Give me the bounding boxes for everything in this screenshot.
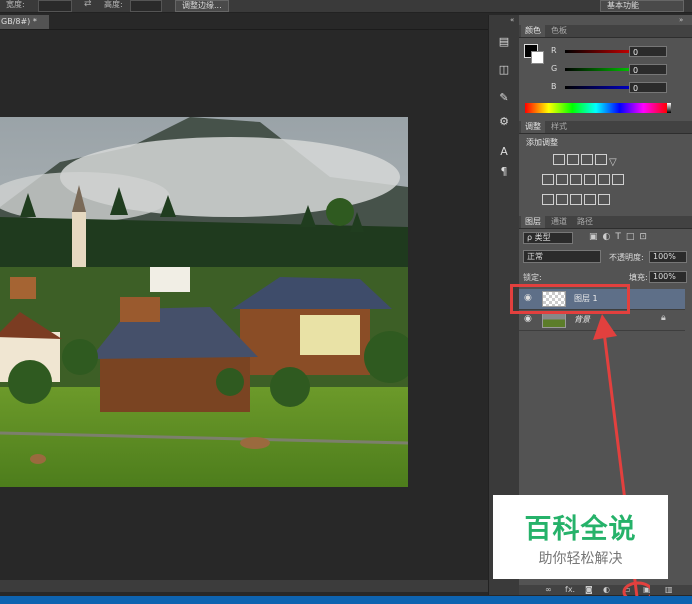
adjustment-icons-row-1: ▽ [541, 154, 671, 169]
layers-panel-tabs: 图层 通道 路径 [519, 216, 692, 229]
opacity-input[interactable]: 100% [649, 251, 687, 263]
layer-filter-select[interactable]: ρ 类型 [523, 232, 573, 244]
green-value[interactable]: 0 [629, 64, 667, 75]
hue-saturation-icon[interactable] [542, 174, 554, 185]
watermark-badge: 百科全说 助你轻松解决 [493, 495, 668, 579]
fill-input[interactable]: 100% [649, 271, 687, 283]
blue-value[interactable]: 0 [629, 82, 667, 93]
add-adjustment-heading: 添加调整 [526, 138, 558, 147]
layer-thumbnail [542, 312, 566, 328]
trash-icon[interactable]: ▥ [665, 585, 673, 595]
lock-label: 锁定: [523, 273, 542, 282]
exposure-icon[interactable] [595, 154, 607, 165]
fx-icon[interactable]: fx. [565, 585, 575, 595]
height-label: 高度: [104, 0, 123, 9]
width-label: 宽度: [6, 0, 25, 9]
lock-icon: 🔒︎ [661, 313, 666, 323]
paragraph-icon[interactable]: ¶ [497, 165, 511, 179]
collapse-icon[interactable]: « [510, 16, 514, 24]
layer-name[interactable]: 背景 [574, 314, 590, 325]
refine-edge-button[interactable]: 调整边缘... [175, 0, 229, 12]
properties-icon[interactable]: ◫ [497, 63, 511, 77]
photo-filter-icon[interactable] [584, 174, 596, 185]
adjustment-icons-row-2 [541, 174, 671, 188]
village-photo-icon [0, 117, 408, 487]
document-tab-title: GB/8#) * [1, 17, 37, 26]
width-field[interactable] [38, 0, 72, 12]
fill-label: 填充: [629, 273, 648, 282]
taskbar-strip [0, 596, 692, 604]
options-bar: 宽度: ⇄ 高度: 调整边缘... 基本功能 [0, 0, 692, 13]
color-lookup-icon[interactable] [612, 174, 624, 185]
red-value[interactable]: 0 [629, 46, 667, 57]
brightness-icon[interactable] [553, 154, 565, 165]
expand-icon[interactable]: » [679, 16, 683, 24]
tab-styles[interactable]: 样式 [547, 121, 571, 133]
gradient-map-icon[interactable] [584, 194, 596, 205]
tab-channels[interactable]: 通道 [547, 216, 571, 228]
black-white-icon[interactable] [570, 174, 582, 185]
blend-mode-select[interactable]: 正常 [523, 250, 601, 263]
threshold-icon[interactable] [570, 194, 582, 205]
horizontal-scrollbar[interactable] [0, 580, 488, 592]
height-field[interactable] [130, 0, 162, 12]
tool-preset-icon[interactable]: ⚙ [497, 115, 511, 129]
vibrance-icon[interactable]: ▽ [609, 158, 621, 169]
visibility-eye-icon[interactable]: ◉ [524, 315, 534, 324]
watermark-subtitle: 助你轻松解决 [538, 551, 623, 567]
curves-icon[interactable] [581, 154, 593, 165]
color-panel-tabs: 颜色 色板 [519, 25, 692, 38]
workspace-select[interactable]: 基本功能 [600, 0, 684, 12]
opacity-label: 不透明度: [609, 253, 644, 262]
grayscale-ramp[interactable] [667, 103, 671, 113]
invert-icon[interactable] [542, 194, 554, 205]
selective-color-icon[interactable] [598, 194, 610, 205]
tab-paths[interactable]: 路径 [573, 216, 597, 228]
color-spectrum[interactable] [525, 103, 667, 113]
color-balance-icon[interactable] [556, 174, 568, 185]
tab-layers[interactable]: 图层 [521, 216, 545, 228]
watermark-title: 百科全说 [524, 514, 637, 545]
posterize-icon[interactable] [556, 194, 568, 205]
blue-slider[interactable]: B 0 [525, 82, 685, 94]
tab-color[interactable]: 颜色 [521, 25, 545, 37]
tab-adjustments[interactable]: 调整 [521, 121, 545, 133]
character-icon[interactable]: A [497, 145, 511, 159]
brush-icon[interactable]: ✎ [497, 91, 511, 105]
link-icon[interactable]: ∞ [545, 585, 552, 595]
canvas-image[interactable] [0, 117, 408, 487]
red-slider[interactable]: R 0 [525, 46, 685, 58]
history-icon[interactable]: ▤ [497, 35, 511, 49]
levels-icon[interactable] [567, 154, 579, 165]
green-slider[interactable]: G 0 [525, 64, 685, 76]
tab-swatches[interactable]: 色板 [547, 25, 571, 37]
layer-filter-icons[interactable]: ▣◐T□⊡ [589, 232, 679, 244]
channel-mixer-icon[interactable] [598, 174, 610, 185]
adjust-panel-tabs: 调整 样式 [519, 121, 692, 134]
highlight-layer-box [510, 284, 630, 314]
swap-icon[interactable]: ⇄ [84, 0, 92, 9]
adjustment-icons-row-3 [541, 194, 671, 208]
document-tab[interactable]: GB/8#) * × [0, 15, 49, 40]
